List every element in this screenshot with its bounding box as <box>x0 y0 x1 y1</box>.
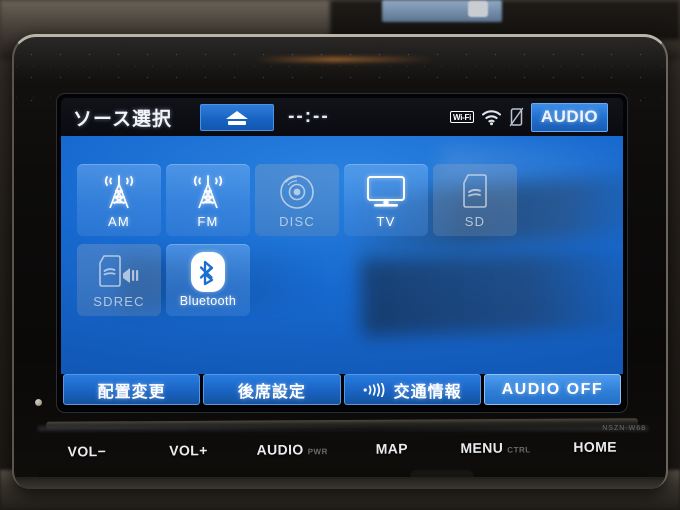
eject-icon <box>226 110 249 125</box>
key-sublabel: PWR <box>307 447 328 457</box>
sd-card-icon <box>460 172 490 212</box>
screen-frame: ソース選択 --:-- Wi-Fi AUDIO AM FM DISC TV SD… <box>56 93 628 413</box>
source-tile-label: AM <box>108 213 130 229</box>
bezel-screw <box>35 399 42 406</box>
wifi-label-badge: Wi-Fi <box>450 111 474 123</box>
audio-mode-button[interactable]: AUDIO <box>531 102 608 132</box>
hardware-key-menu[interactable]: MENU CTRL <box>445 439 547 456</box>
key-label: VOL− <box>67 443 107 460</box>
source-tile-label: TV <box>376 213 396 229</box>
source-tile-sd[interactable]: SD <box>433 164 517 236</box>
unit-bottom-lip <box>14 477 666 489</box>
clock: --:-- <box>288 106 330 127</box>
status-bar: ソース選択 --:-- Wi-Fi AUDIO <box>61 98 623 136</box>
broadcast-icon <box>363 382 385 397</box>
source-tile-label: SDREC <box>93 293 145 309</box>
hardware-key-home[interactable]: HOME <box>546 438 648 455</box>
source-tile-label: DISC <box>279 213 315 229</box>
dashboard-object-knob <box>468 1 488 17</box>
hardware-key-map[interactable]: MAP <box>343 440 445 457</box>
source-tile-label: SD <box>464 213 486 229</box>
source-tile-label: Bluetooth <box>179 294 237 308</box>
bluetooth-icon <box>191 252 225 292</box>
car-dashboard: ソース選択 --:-- Wi-Fi AUDIO AM FM DISC TV SD… <box>0 0 680 510</box>
head-unit-chassis: ソース選択 --:-- Wi-Fi AUDIO AM FM DISC TV SD… <box>12 34 668 489</box>
bezel-reflection <box>254 57 434 62</box>
eject-button[interactable] <box>200 103 275 131</box>
hardware-key-audio[interactable]: AUDIO PWR <box>241 441 343 458</box>
compact-disc-icon <box>278 172 316 212</box>
television-icon <box>365 172 407 212</box>
wifi-signal-icon <box>481 109 502 125</box>
page-title: ソース選択 <box>73 108 173 130</box>
traffic-info-button[interactable]: 交通情報 <box>343 374 481 405</box>
phone-off-icon <box>509 107 524 127</box>
source-tile-grid: AM FM DISC TV SD SDREC Bluetooth <box>77 164 517 316</box>
key-label: VOL+ <box>169 442 208 459</box>
audio-off-button[interactable]: AUDIO OFF <box>483 374 621 405</box>
hardware-key-row: VOL− VOL+ AUDIO PWR MAP MENU CTRL HOME <box>38 426 648 471</box>
button-label: 配置変更 <box>97 383 166 401</box>
source-tile-label: FM <box>197 213 219 229</box>
radio-tower-icon <box>99 172 139 212</box>
radio-tower-icon <box>188 172 228 212</box>
hardware-key-vol-down[interactable]: VOL− <box>38 443 140 460</box>
key-label: MENU <box>460 439 504 456</box>
lcd-screen: ソース選択 --:-- Wi-Fi AUDIO AM FM DISC TV SD… <box>61 98 623 408</box>
button-label: 交通情報 <box>393 383 462 401</box>
key-label: HOME <box>573 438 618 455</box>
source-tile-tv[interactable]: TV <box>344 164 428 236</box>
key-sublabel: CTRL <box>507 445 531 455</box>
rear-seat-settings-button[interactable]: 後席設定 <box>203 374 341 405</box>
screen-button-bar: 配置変更 後席設定 交通情報 AUDIO OFF <box>61 374 623 408</box>
status-icon-group: Wi-Fi AUDIO <box>450 102 616 132</box>
source-tile-am[interactable]: AM <box>77 164 161 236</box>
key-label: MAP <box>375 440 409 457</box>
source-selection-panel: AM FM DISC TV SD SDREC Bluetooth <box>61 136 623 374</box>
source-tile-sdrec[interactable]: SDREC <box>77 244 161 316</box>
source-tile-fm[interactable]: FM <box>166 164 250 236</box>
button-label: 後席設定 <box>237 383 306 401</box>
source-tile-disc[interactable]: DISC <box>255 164 339 236</box>
key-label: AUDIO <box>256 441 304 458</box>
button-label: AUDIO OFF <box>501 380 604 398</box>
source-tile-bluetooth[interactable]: Bluetooth <box>166 244 250 316</box>
hardware-key-vol-up[interactable]: VOL+ <box>140 442 242 459</box>
sd-record-icon <box>96 252 142 292</box>
layout-change-button[interactable]: 配置変更 <box>63 374 201 405</box>
